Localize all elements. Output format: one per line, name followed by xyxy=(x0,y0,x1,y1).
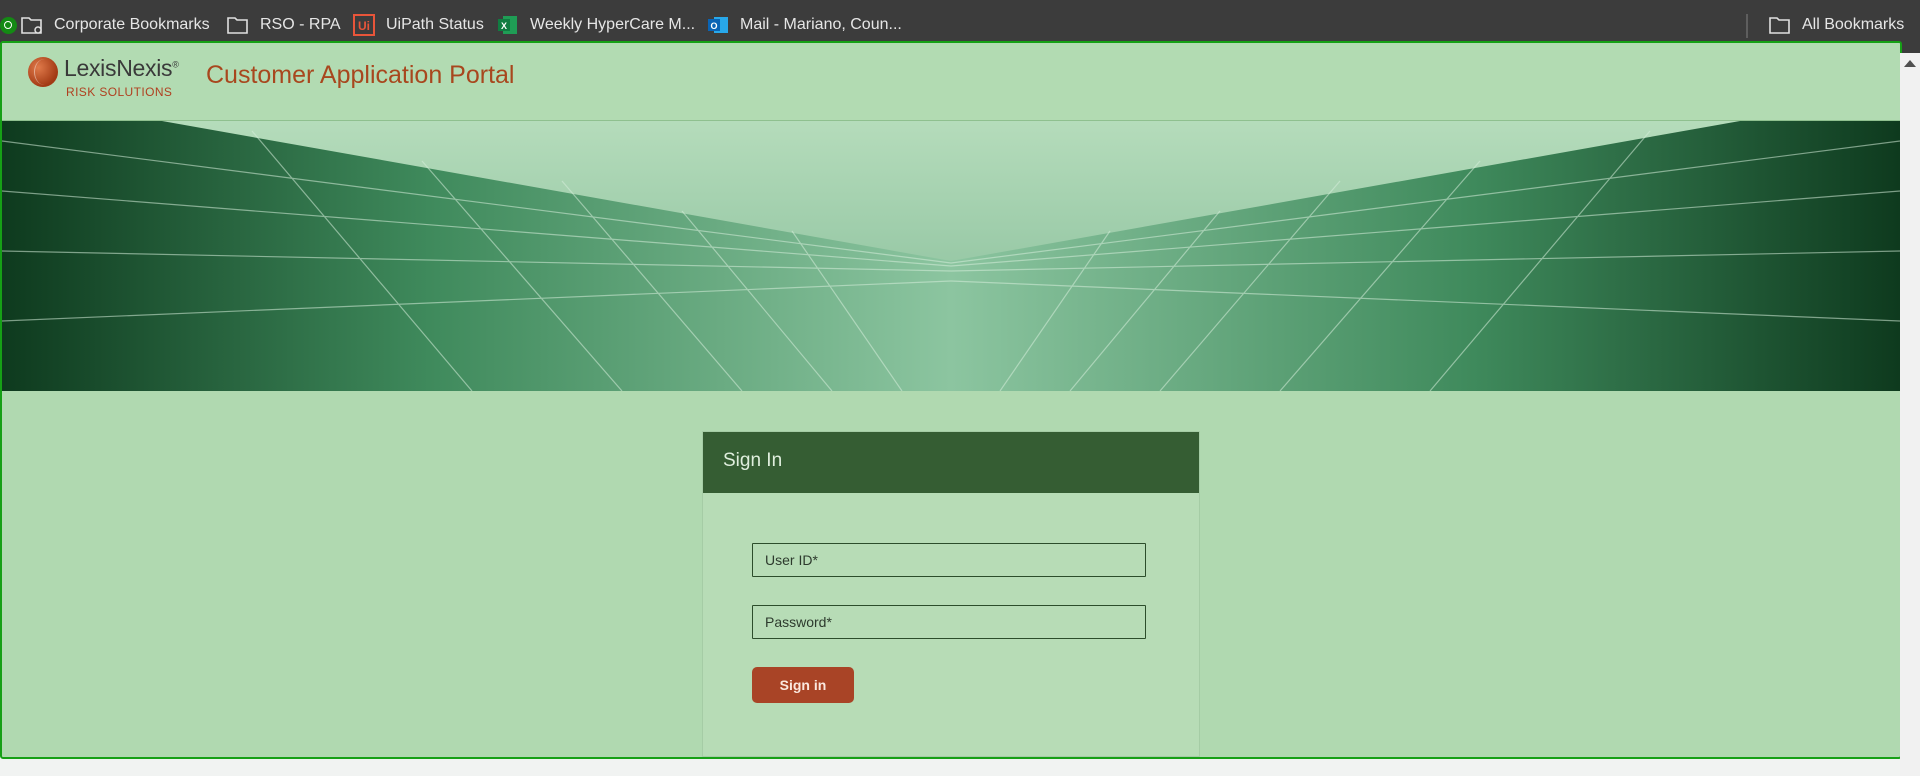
bookmark-all-bookmarks[interactable]: All Bookmarks xyxy=(1768,12,1904,38)
scrollbar[interactable] xyxy=(1900,53,1920,776)
svg-text:X: X xyxy=(501,21,507,31)
lexisnexis-logo[interactable]: LexisNexis® RISK SOLUTIONS xyxy=(26,51,186,105)
signin-header: Sign In xyxy=(703,432,1199,493)
user-id-input[interactable] xyxy=(752,543,1146,577)
svg-text:Ui: Ui xyxy=(358,19,370,33)
password-input[interactable] xyxy=(752,605,1146,639)
hero-banner-image xyxy=(2,121,1900,391)
bookmark-label: RSO - RPA xyxy=(260,16,341,33)
bookmark-uipath-status[interactable]: Ui UiPath Status xyxy=(352,12,484,38)
bookmark-label: Corporate Bookmarks xyxy=(54,16,210,33)
folder-icon xyxy=(1768,13,1792,37)
logo-registered-mark: ® xyxy=(172,59,179,70)
scroll-up-arrow-icon[interactable] xyxy=(1904,60,1916,67)
bookmark-label: Weekly HyperCare M... xyxy=(530,16,696,33)
site-header: LexisNexis® RISK SOLUTIONS Customer Appl… xyxy=(2,43,1900,121)
folder-gear-icon xyxy=(20,13,44,37)
uipath-icon: Ui xyxy=(352,13,376,37)
svg-text:O: O xyxy=(710,21,717,31)
outlook-icon: O xyxy=(706,13,730,37)
logo-subtitle: RISK SOLUTIONS xyxy=(66,85,173,99)
folder-icon xyxy=(226,13,250,37)
bookmark-weekly-hypercare[interactable]: X Weekly HyperCare M... xyxy=(496,12,695,38)
bookmark-label: UiPath Status xyxy=(386,16,484,33)
recording-indicator-icon xyxy=(0,17,17,34)
logo-name: LexisNexis xyxy=(64,55,173,81)
signin-button[interactable]: Sign in xyxy=(752,667,854,703)
portal-title: Customer Application Portal xyxy=(206,61,515,89)
bookmark-label: All Bookmarks xyxy=(1802,16,1905,33)
bookmarks-separator xyxy=(1746,14,1748,38)
bookmark-rso-rpa[interactable]: RSO - RPA xyxy=(226,12,341,38)
bookmark-corporate-bookmarks[interactable]: Corporate Bookmarks xyxy=(20,12,210,38)
page-viewport: LexisNexis® RISK SOLUTIONS Customer Appl… xyxy=(0,41,1902,759)
signin-title: Sign In xyxy=(723,450,783,471)
bookmark-mail[interactable]: O Mail - Mariano, Coun... xyxy=(706,12,902,38)
bookmark-label: Mail - Mariano, Coun... xyxy=(740,16,902,33)
excel-icon: X xyxy=(496,13,520,37)
signin-card: Sign In Sign in xyxy=(702,431,1200,757)
logo-globe-icon xyxy=(28,57,58,87)
